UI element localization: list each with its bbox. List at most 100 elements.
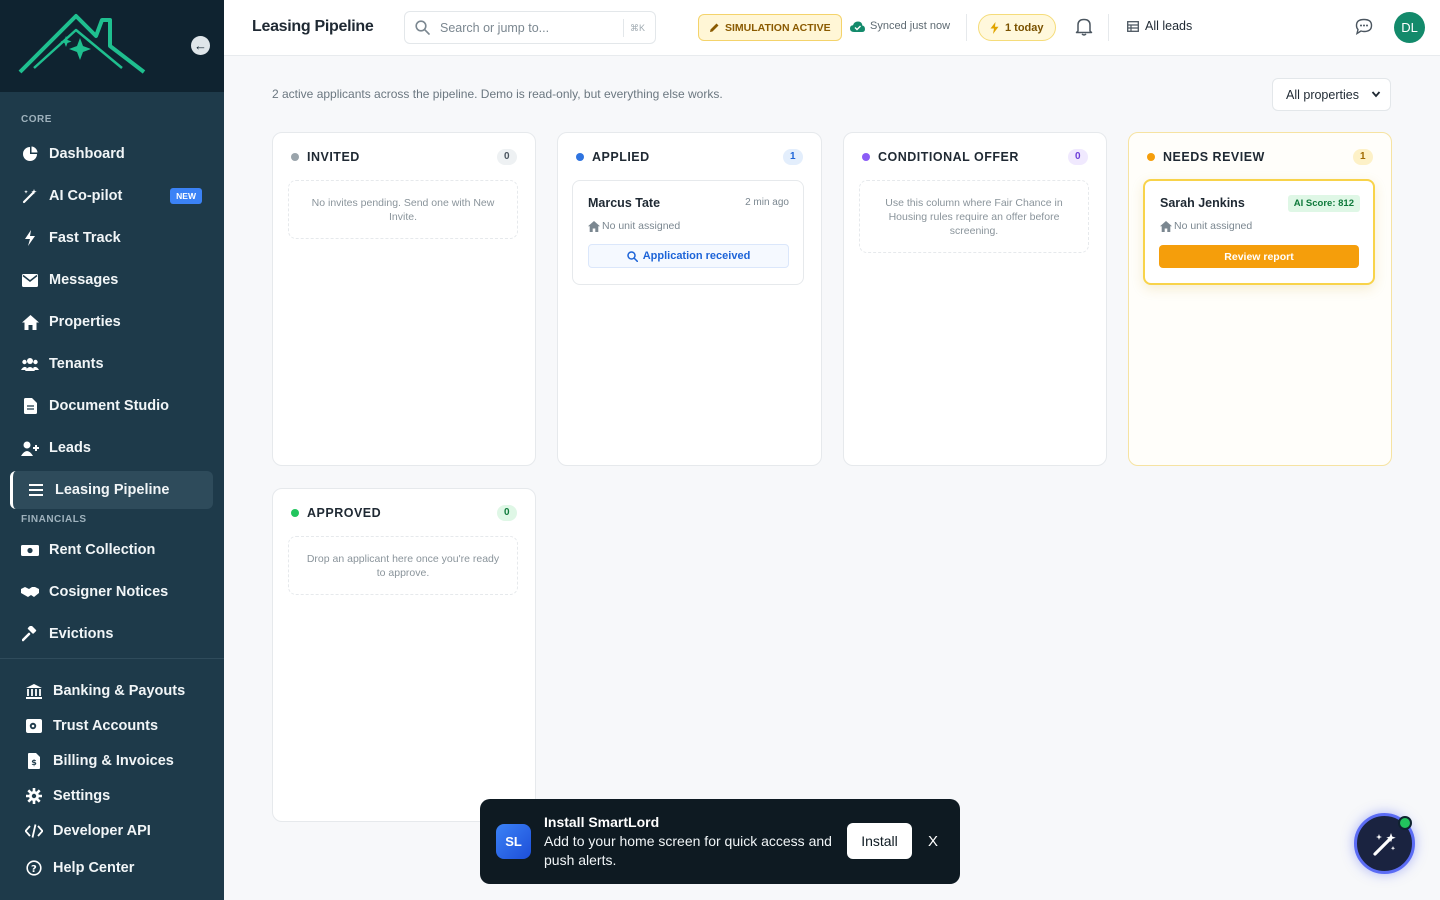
- sidebar-item-leads[interactable]: Leads: [10, 429, 213, 467]
- column-header: NEEDS REVIEW 1: [1147, 149, 1373, 165]
- pipeline-summary: 2 active applicants across the pipeline.…: [272, 87, 723, 101]
- sidebar-item-billing-invoices[interactable]: $ Billing & Invoices: [10, 742, 213, 780]
- column-count: 0: [497, 505, 517, 521]
- column-conditional-offer: CONDITIONAL OFFER 0 Use this column wher…: [843, 132, 1107, 466]
- chat-icon[interactable]: [1355, 18, 1373, 40]
- app-icon: SL: [496, 824, 531, 859]
- sidebar-item-leasing-pipeline[interactable]: Leasing Pipeline: [10, 471, 213, 509]
- review-report-button[interactable]: Review report: [1159, 245, 1359, 268]
- envelope-icon: [21, 271, 39, 289]
- application-received-label: Application received: [642, 250, 751, 262]
- sidebar-item-dashboard[interactable]: Dashboard: [10, 135, 213, 173]
- install-description: Add to your home screen for quick access…: [544, 833, 832, 868]
- handshake-icon: [21, 583, 39, 601]
- lightning-icon: [21, 229, 39, 247]
- code-icon: [25, 822, 43, 840]
- sidebar-item-label: Banking & Payouts: [53, 683, 186, 699]
- sidebar-item-document-studio[interactable]: Document Studio: [10, 387, 213, 425]
- empty-state: Drop an applicant here once you're ready…: [288, 536, 518, 595]
- home-icon: [588, 220, 600, 232]
- search-placeholder: Search or jump to...: [440, 20, 550, 35]
- simulation-badge[interactable]: SIMULATION ACTIVE: [698, 14, 842, 41]
- status-dot: [291, 153, 299, 161]
- sidebar-item-label: Leasing Pipeline: [55, 482, 170, 498]
- property-filter-select[interactable]: All properties: [1272, 78, 1391, 111]
- ai-score-badge: AI Score: 812: [1287, 195, 1360, 212]
- empty-state: No invites pending. Send one with New In…: [288, 180, 518, 239]
- applicant-card-marcus-tate[interactable]: Marcus Tate 2 min ago No unit assigned A…: [572, 180, 804, 285]
- applicant-timestamp: 2 min ago: [745, 197, 789, 208]
- all-leads-link[interactable]: All leads: [1127, 19, 1192, 33]
- page-title: Leasing Pipeline: [252, 18, 374, 35]
- column-needs-review: NEEDS REVIEW 1 Sarah Jenkins AI Score: 8…: [1128, 132, 1392, 466]
- column-header: CONDITIONAL OFFER 0: [862, 149, 1088, 165]
- sidebar-item-label: Rent Collection: [49, 542, 156, 558]
- sidebar-item-evictions[interactable]: Evictions: [10, 615, 213, 653]
- sidebar-item-tenants[interactable]: Tenants: [10, 345, 213, 383]
- today-label: 1 today: [1005, 21, 1044, 34]
- column-count: 0: [497, 149, 517, 165]
- avatar[interactable]: DL: [1394, 12, 1425, 43]
- column-header: INVITED 0: [291, 149, 517, 165]
- collapse-sidebar-button[interactable]: ←: [191, 36, 210, 55]
- sidebar-item-properties[interactable]: Properties: [10, 303, 213, 341]
- invoice-icon: $: [25, 752, 43, 770]
- sidebar-item-help-center[interactable]: ? Help Center: [10, 849, 213, 887]
- header-divider: [966, 14, 967, 41]
- magic-wand-icon: [1372, 832, 1396, 856]
- sidebar-divider: [0, 658, 224, 659]
- vault-icon: [25, 717, 43, 735]
- sidebar-item-label: Help Center: [53, 860, 135, 876]
- section-label-financials: FINANCIALS: [21, 514, 87, 525]
- sidebar-item-developer-api[interactable]: Developer API: [10, 812, 213, 850]
- close-banner-button[interactable]: X: [928, 833, 938, 850]
- sidebar-item-fast-track[interactable]: Fast Track: [10, 219, 213, 257]
- search-shortcut: ⌘K: [622, 19, 645, 37]
- magic-wand-icon: [21, 187, 39, 205]
- sidebar-item-rent-collection[interactable]: Rent Collection: [10, 531, 213, 569]
- application-received-button[interactable]: Application received: [588, 244, 789, 268]
- column-title: CONDITIONAL OFFER: [878, 150, 1019, 164]
- column-invited: INVITED 0 No invites pending. Send one w…: [272, 132, 536, 466]
- sidebar-item-label: Dashboard: [49, 146, 125, 162]
- status-dot: [862, 153, 870, 161]
- online-status-dot: [1398, 816, 1412, 830]
- sidebar-item-label: Document Studio: [49, 398, 170, 414]
- lightning-icon: [990, 21, 999, 34]
- applicant-name: Sarah Jenkins: [1160, 196, 1245, 210]
- column-header: APPLIED 1: [576, 149, 803, 165]
- unit-status-label: No unit assigned: [602, 220, 681, 232]
- search-icon: [415, 20, 430, 35]
- sidebar-item-label: Messages: [49, 272, 119, 288]
- sidebar-item-label: Fast Track: [49, 230, 121, 246]
- sidebar-item-label: Billing & Invoices: [53, 753, 174, 769]
- unit-status: No unit assigned: [588, 220, 680, 232]
- sidebar-item-settings[interactable]: Settings: [10, 777, 213, 815]
- help-icon: ?: [25, 859, 43, 877]
- search-input[interactable]: Search or jump to... ⌘K: [404, 11, 656, 44]
- today-badge[interactable]: 1 today: [978, 14, 1056, 41]
- gear-icon: [25, 787, 43, 805]
- sidebar-item-cosigner-notices[interactable]: Cosigner Notices: [10, 573, 213, 611]
- sidebar-item-messages[interactable]: Messages: [10, 261, 213, 299]
- applicant-card-sarah-jenkins[interactable]: Sarah Jenkins AI Score: 812 No unit assi…: [1143, 179, 1375, 285]
- gavel-icon: [21, 625, 39, 643]
- bell-icon[interactable]: [1075, 17, 1093, 41]
- cloud-check-icon: [850, 21, 865, 32]
- install-title: Install SmartLord: [544, 814, 660, 830]
- home-icon: [1160, 220, 1172, 232]
- sidebar-item-banking-payouts[interactable]: Banking & Payouts: [10, 672, 213, 710]
- column-title: APPROVED: [307, 506, 382, 520]
- column-approved: APPROVED 0 Drop an applicant here once y…: [272, 488, 536, 822]
- logo-area: ←: [0, 0, 224, 92]
- install-button[interactable]: Install: [847, 823, 912, 859]
- sidebar-item-trust-accounts[interactable]: Trust Accounts: [10, 707, 213, 745]
- column-count: 0: [1068, 149, 1088, 165]
- sidebar-item-label: Leads: [49, 440, 91, 456]
- sidebar-item-label: Trust Accounts: [53, 718, 159, 734]
- column-title: NEEDS REVIEW: [1163, 150, 1265, 164]
- sidebar-item-label: Developer API: [53, 823, 151, 839]
- sidebar-item-ai-copilot[interactable]: AI Co-pilot NEW: [10, 177, 213, 215]
- sidebar: ← CORE Dashboard AI Co-pilot NEW Fast Tr…: [0, 0, 224, 900]
- status-dot: [1147, 153, 1155, 161]
